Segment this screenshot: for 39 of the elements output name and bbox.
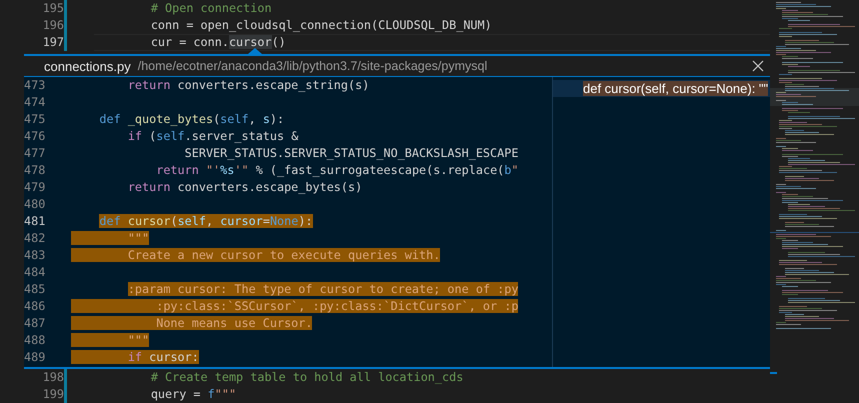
line-number: 480 [24, 196, 44, 213]
code-line: return converters.escape_string(s) [126, 77, 370, 94]
code-line: # Open connection [150, 0, 272, 17]
line-number: 482 [24, 230, 44, 247]
line-number: 489 [24, 349, 44, 366]
line-number: 478 [24, 162, 44, 179]
line-number: 199 [24, 386, 67, 403]
code-line: def cursor(self, cursor=None): [98, 213, 313, 230]
file-name: connections.py [44, 58, 131, 74]
reference-item[interactable]: def cursor(self, cursor=None): "" [553, 80, 770, 97]
line-number: 195 [24, 0, 67, 17]
line-number: 483 [24, 247, 44, 264]
line-number: 485 [24, 281, 44, 298]
close-icon[interactable] [752, 60, 764, 72]
line-number: 488 [24, 332, 44, 349]
line-number: 481 [24, 213, 44, 230]
code-line: # Create temp table to hold all location_cds [150, 369, 464, 386]
line-number: 477 [24, 145, 44, 162]
code-line: query = f""" [150, 386, 236, 403]
line-number: 486 [24, 298, 44, 315]
line-number: 474 [24, 94, 44, 111]
code-line: return converters.escape_bytes(s) [126, 179, 362, 196]
code-line: cur = conn.cursor() [94, 34, 770, 51]
file-path: /home/ecotner/anaconda3/lib/python3.7/site-packages/pymysql [138, 59, 488, 73]
line-number: 196 [24, 17, 67, 34]
code-line: return "'%s'" % (_fast_surrogateescape(s.replace(b" [155, 162, 518, 179]
line-number: 198 [24, 369, 67, 386]
line-number: 479 [24, 179, 44, 196]
code-line: SERVER_STATUS.SERVER_STATUS_NO_BACKSLASH_ESCAPE [184, 145, 518, 162]
line-number: 484 [24, 264, 44, 281]
code-line: conn = open_cloudsql_connection(CLOUDSQL_DB_NUM) [150, 17, 492, 34]
line-number: 473 [24, 77, 44, 94]
line-number: 476 [24, 128, 44, 145]
code-line: def _quote_bytes(self, s): [98, 111, 284, 128]
line-number: 197 [24, 34, 67, 51]
code-line: if cursor: [71, 349, 199, 366]
line-number: 487 [24, 315, 44, 332]
code-line: if (self.server_status & [126, 128, 298, 145]
line-number: 475 [24, 111, 44, 128]
